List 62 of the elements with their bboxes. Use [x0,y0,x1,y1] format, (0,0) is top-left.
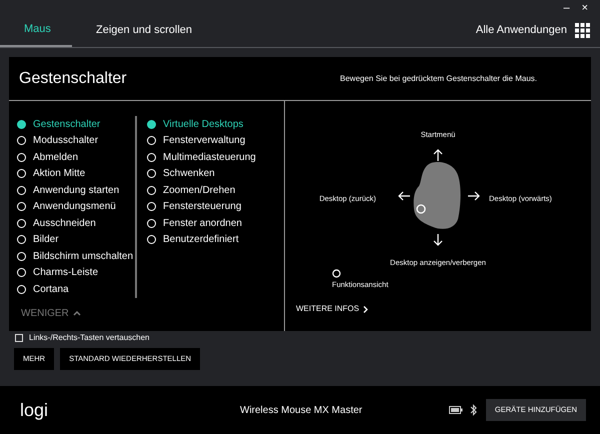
more-info-link[interactable]: WEITERE INFOS [296,303,368,315]
radio-button[interactable] [17,202,26,212]
radio-button[interactable] [17,186,26,195]
option-label[interactable]: Fenstersteuerung [163,199,242,214]
option-label[interactable]: Abmelden [33,150,78,165]
option-label[interactable]: Schwenken [163,166,215,182]
option-label[interactable]: Bilder [33,232,59,248]
option-label[interactable]: Benutzerdefiniert [163,232,239,248]
option-label[interactable]: Fensterverwaltung [163,133,246,148]
radio-button[interactable] [17,120,26,129]
checkbox-label[interactable]: Links-/Rechts-Tasten vertauschen [29,332,150,344]
radio-button[interactable] [147,136,156,146]
radio-button[interactable] [17,152,26,162]
radio-button[interactable] [17,169,26,178]
arrow-down-icon [433,234,443,246]
panel-title: Gestenschalter [19,68,127,88]
panel-hint: Bewegen Sie bei gedrücktem Gestenschalter die Maus. [340,72,537,84]
logo: logi [20,398,50,422]
radio-button[interactable] [17,284,26,294]
arrow-left-icon [398,191,410,201]
option-label[interactable]: Aktion Mitte [33,166,86,182]
arrow-right-icon [468,191,480,201]
option-label[interactable]: Anwendung starten [33,182,120,198]
battery-icon [448,406,463,414]
radio-button[interactable] [17,268,26,278]
radio-button[interactable] [17,218,26,228]
option-label[interactable]: Zoomen/Drehen [163,182,236,198]
radio-button[interactable] [147,120,156,129]
radio-button[interactable] [147,169,156,178]
radio-button[interactable] [17,235,26,244]
option-label[interactable]: Virtuelle Desktops [163,116,244,132]
radio-button[interactable] [17,136,26,146]
radio-button[interactable] [147,186,156,195]
radio-button[interactable] [147,218,156,228]
less-link[interactable]: WENIGER [17,306,81,320]
option-label[interactable]: Fenster anordnen [163,216,242,231]
tab[interactable]: Maus [0,13,72,47]
close-button[interactable]: × [582,2,588,14]
option-label[interactable]: Ausschneiden [33,216,96,231]
circle-icon [332,269,341,278]
checkbox[interactable] [15,334,23,342]
option-label[interactable]: Charms-Leiste [33,265,98,280]
device-name: Wireless Mouse MX Master [240,404,362,418]
chevron-right-icon [363,306,368,312]
option-label[interactable]: Bildschirm umschalten [33,248,134,264]
option-label[interactable]: Multimediasteuerung [163,150,256,165]
mouse-drawing [413,161,463,231]
all-apps-button[interactable]: Alle Anwendungen [476,13,600,47]
tab[interactable]: Zeigen und scrollen [72,13,216,47]
option-label[interactable]: Modusschalter [33,133,98,148]
bluetooth-icon [470,404,477,416]
arrow-up-icon [433,149,443,161]
radio-button[interactable] [147,202,156,212]
grid-icon [575,22,590,38]
chevron-up-icon [72,310,81,316]
radio-button[interactable] [17,252,26,261]
radio-button[interactable] [147,235,156,244]
minimize-button[interactable]: – [563,2,570,14]
option-label[interactable]: Cortana [33,282,69,297]
option-label[interactable]: Anwendungsmenü [33,199,116,214]
option-label[interactable]: Gestenschalter [33,116,100,132]
radio-button[interactable] [147,152,156,162]
